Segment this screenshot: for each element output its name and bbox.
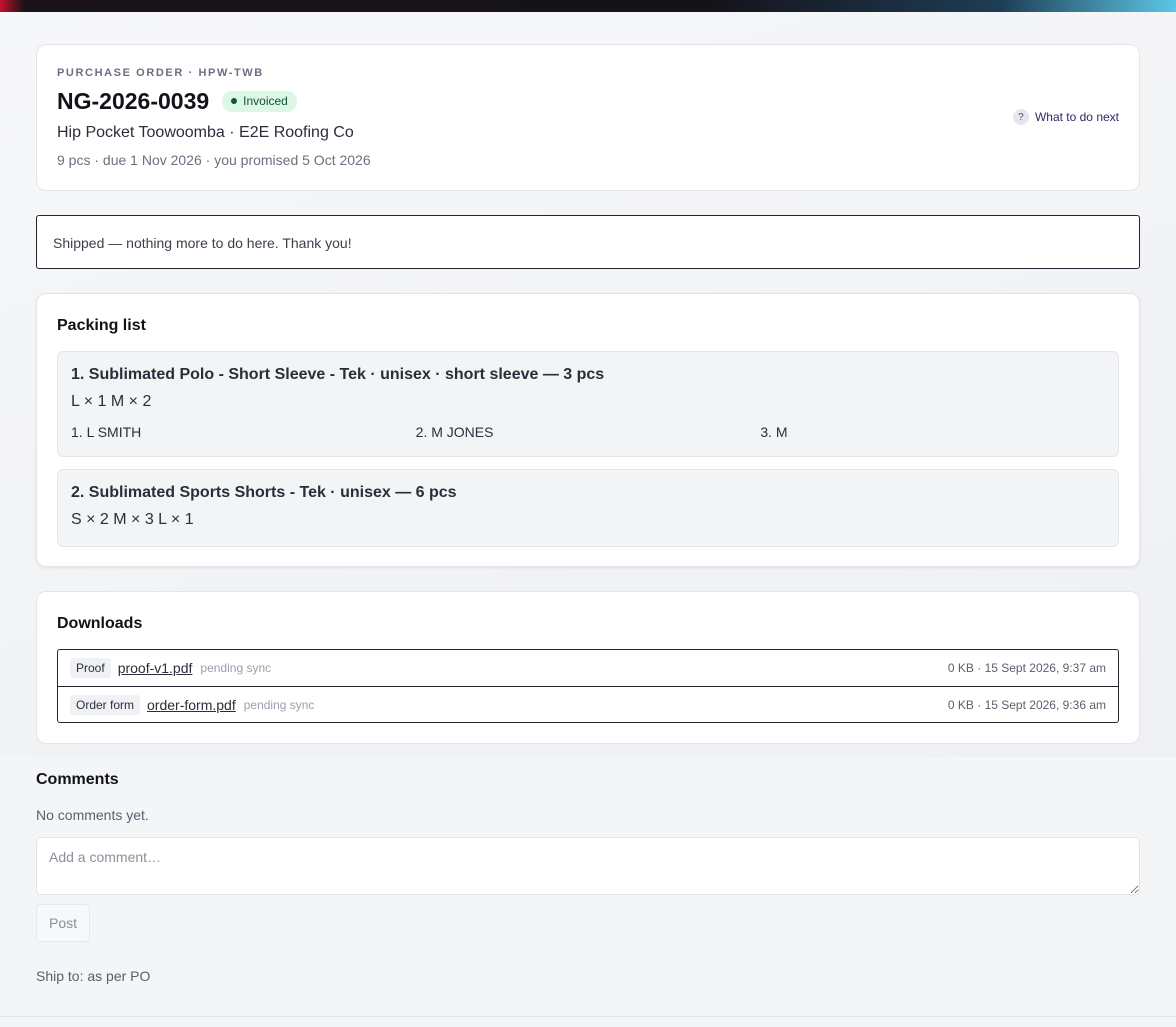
status-label: Invoiced [243, 94, 288, 108]
file-download-link[interactable]: proof-v1.pdf [118, 660, 193, 676]
shipped-notice: Shipped — nothing more to do here. Thank… [36, 215, 1140, 269]
file-meta: 0 KB · 15 Sept 2026, 9:37 am [947, 661, 1106, 675]
status-dot-icon [231, 98, 238, 104]
player-name: 1. L SMITH [71, 424, 142, 440]
file-list: Proof proof-v1.pdf pending sync 0 KB · 1… [57, 649, 1119, 723]
downloads-card: Downloads Proof proof-v1.pdf pending syn… [36, 591, 1140, 744]
order-meta: 9 pcs · due 1 Nov 2026 · you promised 5 … [57, 152, 371, 168]
post-comment-button[interactable]: Post [36, 904, 90, 942]
packing-list-card: Packing list 1. Sublimated Polo - Short … [36, 293, 1140, 567]
what-to-do-next-link[interactable]: ? What to do next [1012, 109, 1119, 125]
title-row: NG-2026-0039 Invoiced [57, 86, 1119, 116]
packing-item-sizes: S × 2 M × 3 L × 1 [71, 511, 194, 528]
packing-item: 1. Sublimated Polo - Short Sleeve - Tek … [57, 351, 1119, 457]
po-number: NG-2026-0039 [57, 87, 210, 114]
downloads-title: Downloads [57, 615, 143, 632]
file-type-tag: Proof [70, 658, 111, 678]
order-eyebrow: PURCHASE ORDER · HPW-TWB [57, 67, 264, 79]
file-type-tag: Order form [70, 694, 141, 715]
player-names: 1. L SMITH 2. M JONES 3. M [71, 424, 1105, 440]
file-row: Order form order-form.pdf pending sync 0… [58, 686, 1118, 722]
footer-divider [0, 1016, 1176, 1017]
file-meta: 0 KB · 15 Sept 2026, 9:36 am [947, 697, 1106, 712]
order-header-card: PURCHASE ORDER · HPW-TWB NG-2026-0039 In… [36, 44, 1140, 191]
comments-section: Comments No comments yet. Post Ship to: … [36, 771, 1140, 984]
top-accent-bar [0, 0, 1176, 12]
status-badge: Invoiced [222, 90, 297, 112]
player-name: 3. M [760, 424, 788, 440]
packing-item-title: 2. Sublimated Sports Shorts - Tek · unis… [71, 484, 457, 501]
comment-input[interactable] [36, 837, 1140, 895]
packing-item-sizes: L × 1 M × 2 [71, 393, 152, 410]
no-comments-text: No comments yet. [36, 807, 149, 823]
packing-item-title: 1. Sublimated Polo - Short Sleeve - Tek … [71, 366, 605, 383]
help-link-label: What to do next [1034, 110, 1119, 124]
customer-line: Hip Pocket Toowoomba · E2E Roofing Co [57, 124, 354, 141]
file-download-link[interactable]: order-form.pdf [147, 697, 236, 713]
packing-item: 2. Sublimated Sports Shorts - Tek · unis… [57, 469, 1119, 547]
player-name: 2. M JONES [415, 424, 494, 440]
packing-list-title: Packing list [57, 317, 146, 334]
file-row: Proof proof-v1.pdf pending sync 0 KB · 1… [58, 650, 1118, 686]
ship-to-text: Ship to: as per PO [36, 968, 151, 984]
help-icon: ? [1012, 109, 1029, 125]
sync-status: pending sync [200, 661, 272, 675]
comments-title: Comments [36, 771, 119, 788]
sync-status: pending sync [243, 697, 315, 712]
